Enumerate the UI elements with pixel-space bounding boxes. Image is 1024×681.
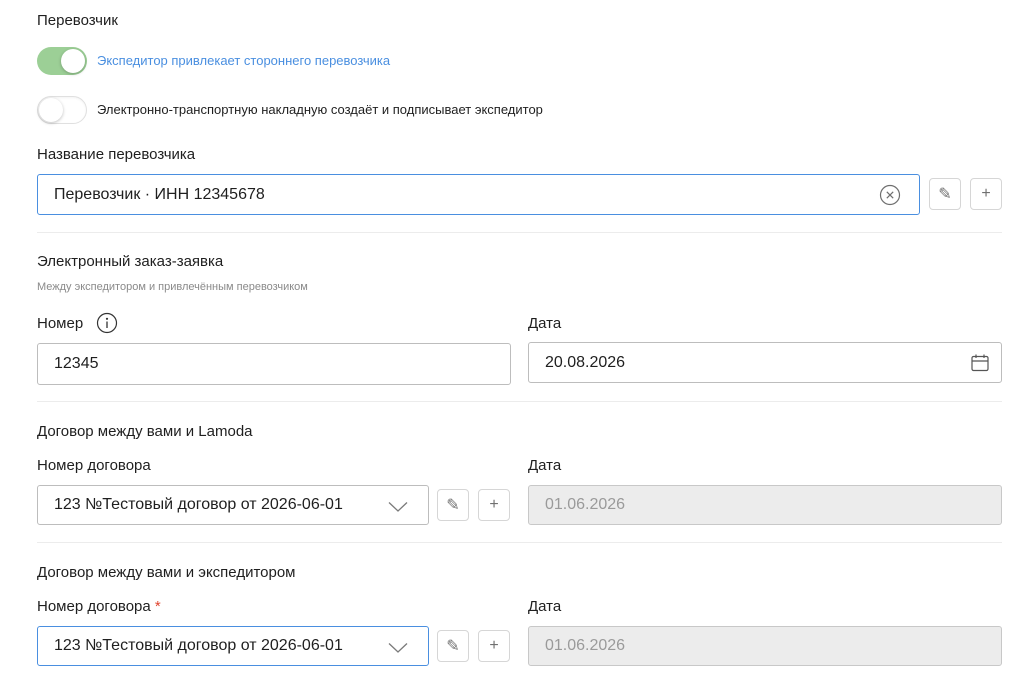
info-icon[interactable] bbox=[96, 312, 118, 339]
pencil-icon: ✎ bbox=[446, 497, 460, 514]
lamoda-contract-date-value: 01.06.2026 bbox=[545, 496, 626, 513]
lamoda-contract-select[interactable]: 123 №Тестовый договор от 2026-06-01 bbox=[37, 485, 429, 525]
pencil-icon: ✎ bbox=[938, 186, 952, 203]
carrier-name-value: Перевозчик · ИНН 12345678 bbox=[54, 185, 265, 203]
edit-carrier-button[interactable]: ✎ bbox=[929, 178, 961, 210]
calendar-icon[interactable] bbox=[970, 353, 990, 378]
plus-icon: + bbox=[489, 637, 499, 654]
order-date-input[interactable]: 20.08.2026 bbox=[528, 342, 1002, 383]
order-number-value: 12345 bbox=[54, 355, 99, 372]
toggle-knob bbox=[61, 49, 85, 73]
clear-icon[interactable] bbox=[879, 184, 901, 211]
forwarder-contract-title: Договор между вами и экспедитором bbox=[37, 564, 296, 581]
forwarder-contract-date-value: 01.06.2026 bbox=[545, 637, 626, 654]
third-party-carrier-toggle-label[interactable]: Экспедитор привлекает стороннего перевоз… bbox=[97, 53, 390, 68]
toggle-knob bbox=[39, 98, 63, 122]
forwarder-contract-number-label: Номер договора * bbox=[37, 598, 161, 615]
add-forwarder-contract-button[interactable]: + bbox=[478, 630, 510, 662]
order-section-title: Электронный заказ-заявка bbox=[37, 253, 224, 270]
add-lamoda-contract-button[interactable]: + bbox=[478, 489, 510, 521]
divider bbox=[37, 232, 1002, 233]
add-carrier-button[interactable]: + bbox=[970, 178, 1002, 210]
lamoda-contract-date-label: Дата bbox=[528, 457, 562, 474]
carrier-section-title: Перевозчик bbox=[37, 12, 118, 29]
divider bbox=[37, 542, 1002, 543]
order-section-hint: Между экспедитором и привлечённым перево… bbox=[37, 281, 308, 293]
forwarder-contract-value: 123 №Тестовый договор от 2026-06-01 bbox=[54, 637, 343, 654]
forwarder-contract-select[interactable]: 123 №Тестовый договор от 2026-06-01 bbox=[37, 626, 429, 666]
forwarder-contract-number-label-text: Номер договора bbox=[37, 598, 151, 615]
etn-by-forwarder-toggle[interactable] bbox=[37, 96, 87, 124]
lamoda-contract-value: 123 №Тестовый договор от 2026-06-01 bbox=[54, 496, 343, 513]
edit-forwarder-contract-button[interactable]: ✎ bbox=[437, 630, 469, 662]
lamoda-contract-title: Договор между вами и Lamoda bbox=[37, 423, 253, 440]
plus-icon: + bbox=[489, 496, 499, 513]
chevron-down-icon bbox=[388, 500, 408, 518]
pencil-icon: ✎ bbox=[446, 638, 460, 655]
edit-lamoda-contract-button[interactable]: ✎ bbox=[437, 489, 469, 521]
forwarder-contract-date-label: Дата bbox=[528, 598, 562, 615]
lamoda-contract-date-field: 01.06.2026 bbox=[528, 485, 1002, 525]
etn-by-forwarder-toggle-label[interactable]: Электронно-транспортную накладную создаё… bbox=[97, 102, 543, 117]
divider bbox=[37, 401, 1002, 402]
chevron-down-icon bbox=[388, 641, 408, 659]
order-number-label: Номер bbox=[37, 315, 84, 332]
required-mark: * bbox=[154, 598, 161, 615]
carrier-name-input[interactable]: Перевозчик · ИНН 12345678 bbox=[37, 174, 920, 215]
carrier-name-label: Название перевозчика bbox=[37, 146, 196, 163]
plus-icon: + bbox=[981, 185, 991, 202]
third-party-carrier-toggle[interactable] bbox=[37, 47, 87, 75]
order-date-label: Дата bbox=[528, 315, 562, 332]
forwarder-contract-date-field: 01.06.2026 bbox=[528, 626, 1002, 666]
order-date-value: 20.08.2026 bbox=[545, 353, 626, 371]
order-number-input[interactable]: 12345 bbox=[37, 343, 511, 385]
lamoda-contract-number-label: Номер договора bbox=[37, 457, 151, 474]
